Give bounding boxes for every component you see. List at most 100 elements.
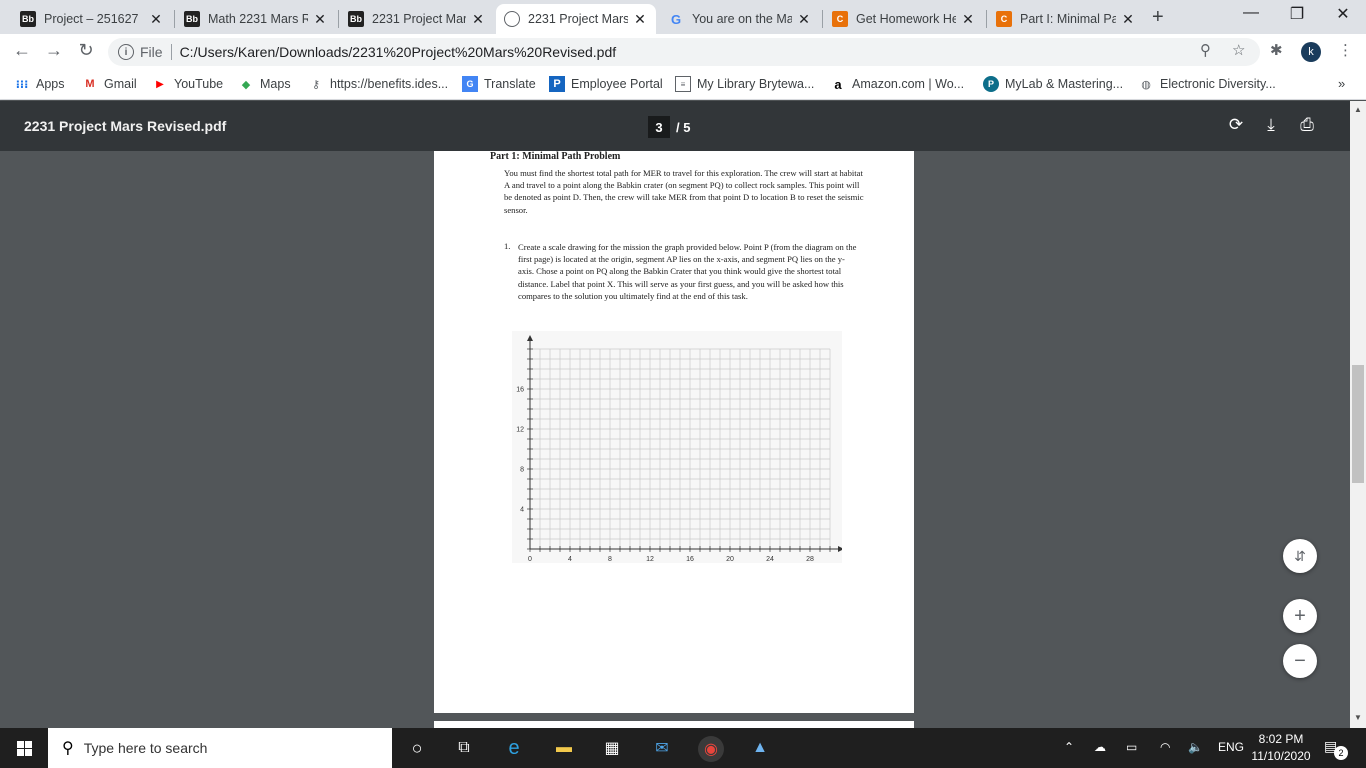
tab-3[interactable]: Bb 2231 Project Mars ✕ [340, 4, 494, 34]
tab-separator [822, 10, 823, 28]
clock-time: 8:02 PM [1258, 732, 1304, 746]
close-icon[interactable]: ✕ [148, 11, 164, 28]
page-number-input[interactable]: 3 [648, 116, 670, 138]
fit-to-page-button[interactable]: ⇵ [1283, 539, 1317, 573]
bookmark-gmail[interactable]: M Gmail [82, 76, 136, 92]
tab-title: Math 2231 Mars R [208, 12, 308, 26]
restore-icon[interactable]: ❐ [1274, 4, 1320, 24]
bookmark-label: My Library Brytewa... [697, 77, 815, 91]
battery-icon[interactable]: ▭ [1126, 740, 1137, 754]
zoom-out-button[interactable]: − [1283, 644, 1317, 678]
scroll-thumb[interactable] [1352, 365, 1364, 483]
task-view-icon[interactable]: ⧉ [452, 736, 476, 760]
tab-6[interactable]: C Get Homework He ✕ [824, 4, 984, 34]
tab-5[interactable]: G You are on the Ma ✕ [660, 4, 820, 34]
bookmark-label: Electronic Diversity... [1160, 77, 1276, 91]
close-icon[interactable]: ✕ [960, 11, 976, 28]
portal-icon: P [549, 76, 565, 92]
cortana-icon[interactable]: ○ [405, 736, 429, 760]
close-icon[interactable]: ✕ [470, 11, 486, 28]
tab-title: You are on the Ma [692, 12, 792, 26]
scroll-down-arrow-icon[interactable]: ▼ [1350, 713, 1366, 722]
volume-icon[interactable]: 🔈 [1188, 740, 1203, 754]
tray-chevron-icon[interactable]: ⌃ [1064, 740, 1074, 754]
google-icon: G [670, 11, 682, 27]
search-placeholder: Type here to search [83, 740, 208, 756]
zoom-icon[interactable]: ⚲ [1200, 41, 1211, 59]
start-button[interactable] [0, 728, 48, 768]
zoom-in-button[interactable]: + [1283, 599, 1317, 633]
tab-title: Project – 251627 [44, 12, 139, 26]
chrome-icon [504, 11, 520, 27]
bookmark-electronic-diversity[interactable]: ◍ Electronic Diversity... [1138, 76, 1276, 92]
tab-4-active[interactable]: 2231 Project Mars ✕ [496, 4, 656, 34]
bookmark-translate[interactable]: G Translate [462, 76, 536, 92]
url-text[interactable]: C:/Users/Karen/Downloads/2231%20Project%… [180, 44, 617, 60]
onedrive-icon[interactable]: ☁ [1094, 740, 1106, 754]
new-tab-button[interactable]: + [1152, 6, 1164, 29]
close-icon[interactable]: ✕ [632, 11, 648, 28]
bookmark-youtube[interactable]: ▶ YouTube [152, 76, 223, 92]
clock[interactable]: 8:02 PM 11/10/2020 [1250, 731, 1312, 765]
info-icon[interactable]: i [118, 44, 134, 60]
address-bar[interactable]: i File C:/Users/Karen/Downloads/2231%20P… [108, 38, 1260, 66]
avatar[interactable]: k [1301, 42, 1321, 62]
bookmarks-overflow-icon[interactable]: » [1338, 76, 1345, 91]
bookmark-amazon[interactable]: a Amazon.com | Wo... [830, 76, 964, 92]
download-icon[interactable]: ⤓ [1260, 115, 1282, 135]
x-tick-label: 20 [726, 556, 734, 563]
bookmark-label: Maps [260, 77, 291, 91]
pdf-viewer[interactable]: Part 1: Minimal Path Problem You must fi… [0, 151, 1350, 728]
minus-icon: − [1294, 649, 1306, 672]
minimize-icon[interactable]: — [1228, 4, 1274, 22]
tab-2[interactable]: Bb Math 2231 Mars R ✕ [176, 4, 336, 34]
star-icon[interactable]: ☆ [1232, 41, 1245, 59]
print-icon[interactable]: ⎙ [1296, 115, 1318, 135]
bookmark-maps[interactable]: ◆ Maps [238, 76, 291, 92]
blackboard-icon: Bb [348, 11, 364, 27]
bookmark-apps[interactable]: ⁝⁝⁝ Apps [14, 76, 65, 92]
section-heading: Part 1: Minimal Path Problem [490, 151, 621, 162]
tab-7[interactable]: C Part I: Minimal Pat ✕ [988, 4, 1144, 34]
bookmark-label: https://benefits.ides... [330, 77, 449, 91]
maps-icon: ◆ [241, 78, 251, 91]
file-explorer-icon[interactable]: ▬ [552, 736, 576, 760]
tab-separator [338, 10, 339, 28]
close-icon[interactable]: ✕ [1120, 11, 1136, 28]
globe-icon: ◍ [1141, 78, 1151, 91]
forward-arrow-icon[interactable]: → [42, 40, 66, 61]
notification-center[interactable]: ▤ 2 [1324, 738, 1348, 760]
bookmark-label: Apps [36, 77, 65, 91]
edge-icon[interactable]: e [502, 736, 526, 760]
close-icon[interactable]: ✕ [796, 11, 812, 28]
omnibox-divider [170, 44, 172, 60]
photos-icon[interactable]: ▲ [748, 736, 772, 760]
wifi-icon[interactable]: ◠ [1160, 740, 1170, 754]
language-indicator[interactable]: ENG [1218, 740, 1244, 754]
scrollbar[interactable]: ▲ ▼ [1350, 101, 1366, 728]
bookmark-label: MyLab & Mastering... [1005, 77, 1124, 91]
menu-dots-icon[interactable]: ⋮ [1338, 41, 1353, 59]
store-icon[interactable]: ▦ [600, 736, 624, 760]
x-tick-label: 24 [766, 556, 774, 563]
tab-1[interactable]: Bb Project – 251627 ✕ [12, 4, 172, 34]
close-icon[interactable]: ✕ [312, 11, 328, 28]
key-icon: ⚷ [311, 78, 321, 91]
bookmark-benefits[interactable]: ⚷ https://benefits.ides... [308, 76, 448, 92]
chrome-taskbar-icon[interactable]: ◉ [698, 736, 724, 762]
back-arrow-icon[interactable]: ← [10, 40, 34, 61]
graph-background [512, 331, 842, 563]
close-window-icon[interactable]: ✕ [1320, 4, 1366, 24]
taskbar-search[interactable]: ⚲ Type here to search [48, 728, 392, 768]
x-tick-label: 16 [686, 556, 694, 563]
scroll-up-arrow-icon[interactable]: ▲ [1350, 105, 1366, 114]
search-icon: ⚲ [62, 740, 74, 757]
mail-icon[interactable]: ✉ [650, 736, 674, 760]
x-tick-label: 28 [806, 556, 814, 563]
rotate-icon[interactable]: ⟳ [1225, 115, 1247, 135]
bookmark-my-library[interactable]: ≡ My Library Brytewa... [675, 76, 814, 92]
bookmark-employee-portal[interactable]: P Employee Portal [549, 76, 663, 92]
bookmark-mylab[interactable]: P MyLab & Mastering... [983, 76, 1123, 92]
reload-icon[interactable]: ↻ [74, 40, 98, 61]
extensions-icon[interactable]: ✱ [1270, 41, 1283, 59]
